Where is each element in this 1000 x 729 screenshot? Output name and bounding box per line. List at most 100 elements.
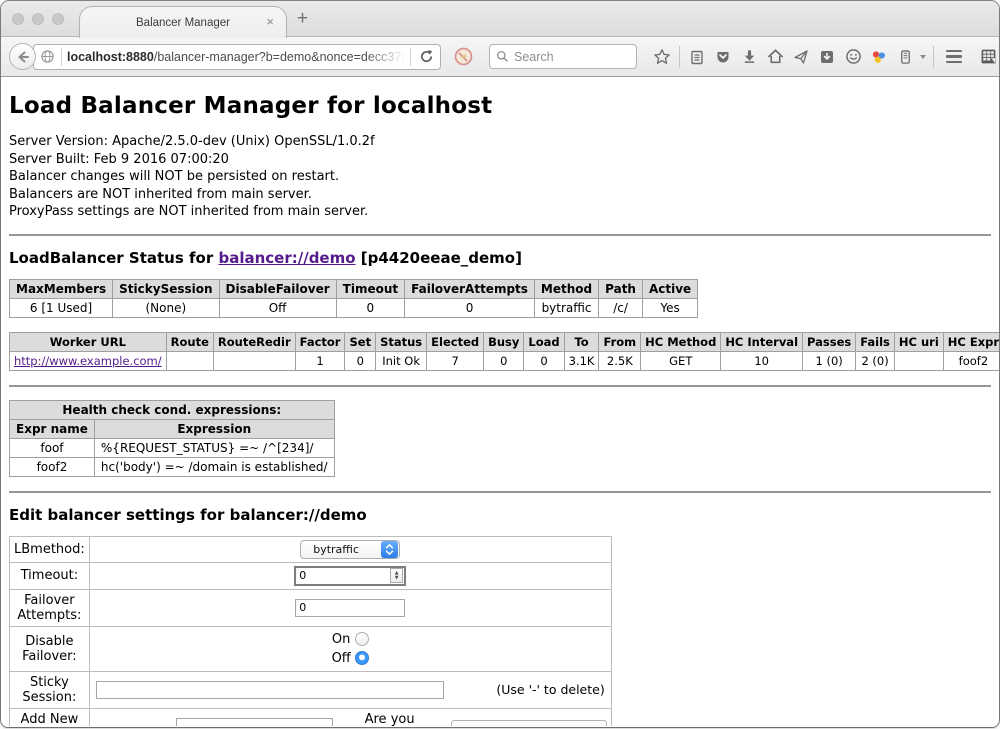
back-arrow-icon [15, 49, 31, 65]
failover-attempts-input[interactable] [295, 599, 405, 617]
tab-title: Balancer Manager [136, 17, 230, 29]
home-icon[interactable] [762, 44, 788, 70]
navigation-toolbar: localhost:8880/balancer-manager?b=demo&n… [1, 37, 999, 77]
new-tab-button[interactable]: + [297, 8, 308, 30]
bookmark-star-icon[interactable] [649, 44, 675, 70]
server-version-line: Server Version: Apache/2.5.0-dev (Unix) … [9, 133, 991, 151]
close-window-button[interactable] [12, 13, 24, 25]
sticky-session-input[interactable] [96, 681, 444, 699]
pocket-icon[interactable] [710, 44, 736, 70]
number-stepper-icon[interactable]: ▲▼ [390, 568, 403, 583]
header-cell: Status [376, 332, 427, 351]
device-panel-icon[interactable] [892, 44, 918, 70]
toolbar-divider2 [933, 46, 934, 68]
header-cell: Set [345, 332, 376, 351]
header-cell: StickySession [113, 279, 219, 298]
header-cell: HC uri [894, 332, 943, 351]
timeout-input[interactable] [296, 569, 390, 582]
cell-routeredir [213, 351, 295, 370]
health-check-table: Health check cond. expressions: Expr nam… [9, 400, 335, 477]
reading-list-icon[interactable] [684, 44, 710, 70]
header-cell: Busy [484, 332, 524, 351]
cell-failoverattempts: 0 [405, 298, 535, 317]
form-row-failover-attempts: Failover Attempts: [10, 589, 612, 626]
page-title: Load Balancer Manager for localhost [9, 77, 991, 119]
reload-icon[interactable] [416, 44, 436, 70]
header-cell: Method [534, 279, 598, 298]
header-cell: Worker URL [10, 332, 167, 351]
cell-disablefailover: Off [219, 298, 336, 317]
send-plane-icon[interactable] [788, 44, 814, 70]
header-cell: Timeout [336, 279, 404, 298]
urlbar-divider2 [410, 48, 411, 66]
chevron-down-icon[interactable] [920, 55, 926, 59]
hc-expr-row: foof %{REQUEST_STATUS} =~ /^[234]/ [10, 438, 335, 457]
colored-dots-extension-icon[interactable] [866, 44, 892, 70]
browser-window: Balancer Manager × + localhost:8880/bala… [1, 1, 999, 727]
zoom-window-button[interactable] [52, 13, 64, 25]
cell-active: Yes [642, 298, 697, 317]
search-bar[interactable] [489, 44, 637, 69]
download-square-icon[interactable] [814, 44, 840, 70]
balancer-settings-form: LBmethod: bytraffic Timeout: [9, 536, 612, 727]
radio-on-label: On [332, 632, 350, 647]
grid-extension-icon[interactable] [975, 44, 999, 70]
disable-failover-off-radio[interactable] [355, 651, 369, 665]
cell-hc-expr: foof2 [943, 351, 999, 370]
header-cell: Path [599, 279, 643, 298]
server-info: Server Version: Apache/2.5.0-dev (Unix) … [9, 133, 991, 221]
cell-status: Init Ok [376, 351, 427, 370]
back-button[interactable] [9, 43, 36, 70]
feedback-smiley-icon[interactable] [840, 44, 866, 70]
header-cell: To [564, 332, 599, 351]
minimize-window-button[interactable] [32, 13, 44, 25]
download-icon[interactable] [736, 44, 762, 70]
toolbar-divider [679, 46, 680, 68]
status-heading-prefix: LoadBalancer Status for [9, 249, 213, 267]
form-row-timeout: Timeout: ▲▼ [10, 562, 612, 589]
tab-bar: Balancer Manager × + [1, 1, 999, 37]
add-worker-input[interactable] [176, 718, 333, 727]
header-cell: HC Expr [943, 332, 999, 351]
balancer-status-table: MaxMembers StickySession DisableFailover… [9, 279, 698, 318]
table-header-row: MaxMembers StickySession DisableFailover… [10, 279, 698, 298]
sticky-session-note: (Use '-' to delete) [496, 682, 606, 697]
cell-method: bytraffic [534, 298, 598, 317]
header-cell: HC Method [641, 332, 721, 351]
tab-balancer-manager[interactable]: Balancer Manager × [79, 6, 287, 38]
form-row-sticky-session: Sticky Session: (Use '-' to delete) [10, 671, 612, 708]
cell-hc-method: GET [641, 351, 721, 370]
cell-fails: 2 (0) [856, 351, 895, 370]
header-cell: Expression [94, 419, 334, 438]
persist-note-line: Balancer changes will NOT be persisted o… [9, 168, 991, 186]
balancer-link[interactable]: balancer://demo [218, 249, 355, 267]
divider-rule [9, 385, 991, 387]
confirm-checkbox[interactable] [451, 720, 607, 726]
lbmethod-select[interactable]: bytraffic [300, 540, 400, 559]
search-input[interactable] [514, 50, 614, 64]
radio-off-label: Off [332, 651, 351, 666]
menu-hamburger-icon[interactable] [941, 44, 967, 70]
header-cell: Load [524, 332, 564, 351]
add-worker-label: Add New Worker: [10, 708, 90, 726]
worker-table: Worker URL Route RouteRedir Factor Set S… [9, 332, 999, 371]
content-blocked-icon[interactable] [450, 44, 476, 70]
cell-factor: 1 [295, 351, 345, 370]
cell-path: /c/ [599, 298, 643, 317]
disable-failover-on-radio[interactable] [355, 632, 369, 646]
worker-url-link[interactable]: http://www.example.com/ [14, 354, 162, 368]
status-heading-suffix: [p4420eeae_demo] [361, 249, 522, 267]
edit-settings-heading: Edit balancer settings for balancer://de… [9, 506, 991, 524]
cell-hc-uri [894, 351, 943, 370]
url-input[interactable]: localhost:8880/balancer-manager?b=demo&n… [67, 50, 405, 64]
server-built-line: Server Built: Feb 9 2016 07:00:20 [9, 151, 991, 169]
proxypass-note-line: ProxyPass settings are NOT inherited fro… [9, 203, 991, 221]
window-controls [12, 13, 64, 25]
url-bar[interactable]: localhost:8880/balancer-manager?b=demo&n… [33, 44, 441, 70]
header-cell: Factor [295, 332, 345, 351]
lbmethod-selected-value: bytraffic [313, 543, 359, 556]
tab-close-icon[interactable]: × [266, 15, 274, 29]
header-cell: Elected [427, 332, 484, 351]
cell-elected: 7 [427, 351, 484, 370]
search-icon [496, 50, 509, 63]
